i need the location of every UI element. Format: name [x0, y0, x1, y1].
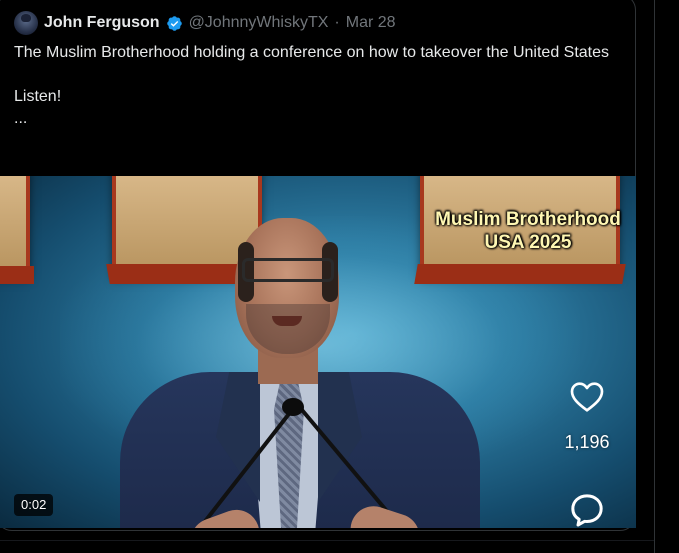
tweet-header: John Ferguson @JohnnyWhiskyTX · Mar 28 — [14, 11, 396, 35]
display-name[interactable]: John Ferguson — [44, 14, 160, 32]
tweet-date[interactable]: Mar 28 — [346, 14, 396, 32]
speech-bubble-icon[interactable] — [566, 490, 608, 528]
bottom-divider — [0, 540, 654, 541]
video-overlay-line: USA 2025 — [484, 232, 572, 253]
tweet-text: The Muslim Brotherhood holding a confere… — [14, 42, 624, 130]
video-overlay-caption: Muslim Brotherhood USA 2025 — [408, 208, 636, 254]
separator-dot: · — [334, 14, 340, 31]
like-count: 1,196 — [564, 432, 610, 452]
video-overlay-line: Muslim Brotherhood — [435, 209, 621, 230]
heart-icon[interactable] — [566, 376, 608, 416]
microphone-icon — [282, 398, 304, 416]
tweet-text-ellipsis: ... — [14, 110, 28, 127]
stage-panel — [0, 176, 30, 276]
video-player[interactable]: Muslim Brotherhood USA 2025 0:02 1,196 — [0, 176, 636, 528]
user-handle[interactable]: @JohnnyWhiskyTX — [189, 14, 329, 32]
video-duration-badge: 0:02 — [14, 494, 54, 516]
stage-panel-frame — [0, 266, 34, 284]
timeline-divider — [654, 0, 655, 553]
tweet-text-line: Listen! — [14, 88, 62, 105]
speaker-figure — [120, 212, 480, 528]
avatar[interactable] — [14, 11, 38, 35]
speaker-glasses — [242, 258, 334, 282]
verified-badge-icon — [166, 15, 182, 31]
tweet-text-line: The Muslim Brotherhood holding a confere… — [14, 44, 610, 61]
